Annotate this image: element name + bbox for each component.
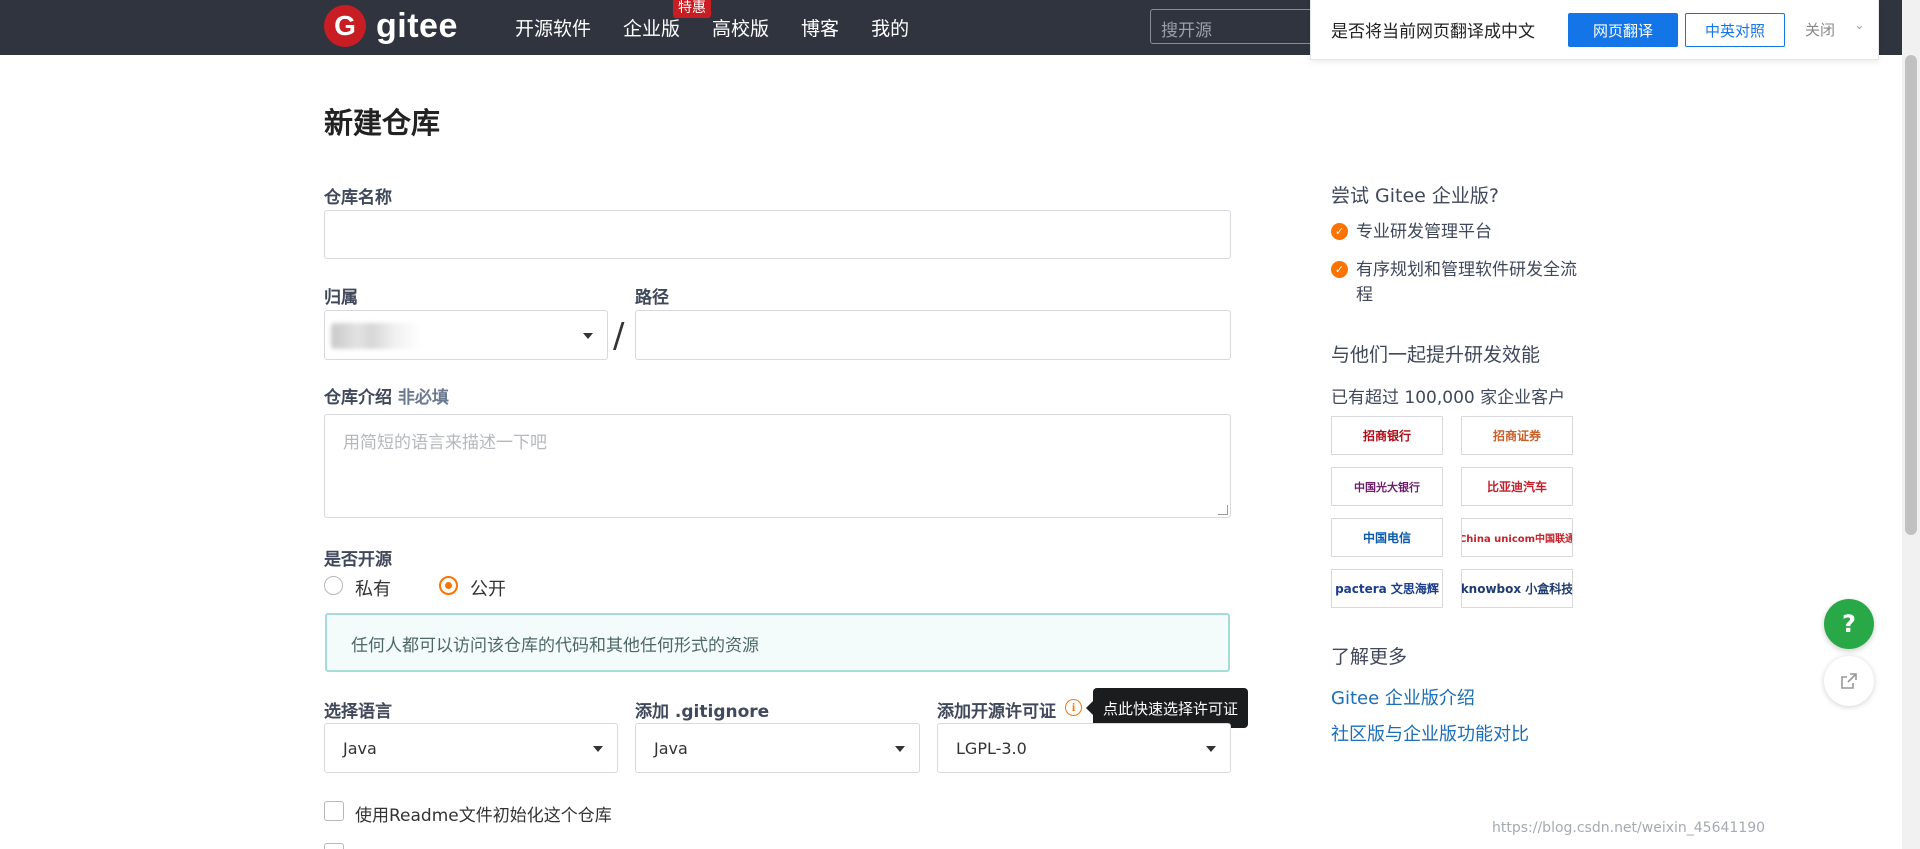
logo-pactera: pactera 文思海辉 xyxy=(1331,569,1443,608)
page-scrollbar[interactable] xyxy=(1902,0,1920,849)
visibility-label: 是否开源 xyxy=(324,550,392,570)
private-radio[interactable] xyxy=(324,576,343,595)
customers-count: 已有超过 100,000 家企业客户 xyxy=(1331,388,1566,408)
desc-label: 仓库介绍 非必填 xyxy=(324,383,449,408)
nav-enterprise[interactable]: 企业版 特惠 xyxy=(623,0,712,41)
nav-opensource[interactable]: 开源软件 xyxy=(515,14,591,41)
logo-ceb: 中国光大银行 xyxy=(1331,467,1443,506)
desc-textarea[interactable]: 用简短的语言来描述一下吧 xyxy=(324,414,1231,518)
path-separator: / xyxy=(613,316,625,356)
private-radio-label[interactable]: 私有 xyxy=(355,575,391,601)
license-tooltip: 点此快速选择许可证 xyxy=(1086,688,1248,728)
logo-cmb: 招商银行 xyxy=(1331,416,1443,455)
check-icon: ✓ xyxy=(1331,261,1348,278)
caret-down-icon xyxy=(895,746,905,752)
license-select[interactable]: LGPL-3.0 xyxy=(937,723,1231,773)
watermark: https://blog.csdn.net/weixin_45641190 xyxy=(1492,820,1766,836)
public-info-message: 任何人都可以访问该仓库的代码和其他任何形式的资源 xyxy=(325,613,1230,672)
language-select[interactable]: Java xyxy=(324,723,618,773)
gitignore-label: 添加 .gitignore xyxy=(635,702,770,722)
license-value: LGPL-3.0 xyxy=(956,739,1027,758)
translate-close-button[interactable]: 关闭 xyxy=(1805,19,1835,40)
repo-name-input[interactable] xyxy=(324,210,1231,259)
info-icon[interactable]: i xyxy=(1065,699,1082,716)
gitee-logo[interactable]: G gitee xyxy=(324,4,458,48)
logo-cms: 招商证券 xyxy=(1461,416,1573,455)
feature-text: 专业研发管理平台 xyxy=(1356,222,1492,242)
bilingual-button[interactable]: 中英对照 xyxy=(1685,13,1785,47)
readme-checkbox-label[interactable]: 使用Readme文件初始化这个仓库 xyxy=(355,801,612,826)
public-radio[interactable] xyxy=(439,576,458,595)
logo-unicom: China unicom中国联通 xyxy=(1461,518,1573,557)
chevron-down-icon[interactable]: ⌄ xyxy=(1854,18,1865,33)
license-label: 添加开源许可证 xyxy=(937,702,1056,722)
owner-label: 归属 xyxy=(324,288,358,308)
path-input[interactable] xyxy=(635,310,1231,360)
translate-bar: 是否将当前网页翻译成中文 网页翻译 中英对照 关闭 ⌄ xyxy=(1310,0,1879,60)
gitignore-select[interactable]: Java xyxy=(635,723,920,773)
readme-checkbox[interactable] xyxy=(324,801,344,821)
language-value: Java xyxy=(343,739,377,758)
try-enterprise-heading: 尝试 Gitee 企业版? xyxy=(1331,185,1499,207)
nav-enterprise-label: 企业版 xyxy=(623,18,681,40)
external-link-icon xyxy=(1841,673,1857,689)
enterprise-intro-link[interactable]: Gitee 企业版介绍 xyxy=(1331,684,1475,710)
translate-page-button[interactable]: 网页翻译 xyxy=(1568,13,1678,47)
caret-down-icon xyxy=(1206,746,1216,752)
feature-text: 有序规划和管理软件研发全流程 xyxy=(1356,260,1577,305)
feature-item: ✓ 专业研发管理平台 xyxy=(1331,220,1581,245)
nav-blog[interactable]: 博客 xyxy=(801,14,839,41)
gitignore-value: Java xyxy=(654,739,688,758)
caret-down-icon xyxy=(583,333,593,339)
desc-optional: 非必填 xyxy=(397,388,449,408)
scrollbar-thumb[interactable] xyxy=(1905,55,1917,535)
check-icon: ✓ xyxy=(1331,223,1348,240)
desc-label-text: 仓库介绍 xyxy=(324,388,392,408)
resize-handle-icon[interactable] xyxy=(1218,505,1228,515)
public-radio-label[interactable]: 公开 xyxy=(470,575,506,601)
blurred-avatar xyxy=(331,323,421,349)
nav-education[interactable]: 高校版 xyxy=(712,14,769,41)
gitee-logo-text: gitee xyxy=(376,6,458,45)
learn-more-heading: 了解更多 xyxy=(1331,646,1408,668)
repo-name-label: 仓库名称 xyxy=(324,188,392,208)
promo-badge: 特惠 xyxy=(673,0,712,18)
translate-prompt: 是否将当前网页翻译成中文 xyxy=(1331,22,1535,42)
logo-byd: 比亚迪汽车 xyxy=(1461,467,1573,506)
share-button[interactable] xyxy=(1824,656,1874,706)
language-label: 选择语言 xyxy=(324,702,392,722)
logo-telecom: 中国电信 xyxy=(1331,518,1443,557)
feature-compare-link[interactable]: 社区版与企业版功能对比 xyxy=(1331,720,1529,746)
together-heading: 与他们一起提升研发效能 xyxy=(1331,344,1541,366)
gitee-logo-icon: G xyxy=(324,5,366,47)
search-input[interactable]: 搜开源 xyxy=(1150,9,1336,44)
nav-mine[interactable]: 我的 xyxy=(871,14,909,41)
page-title: 新建仓库 xyxy=(324,106,441,140)
path-label: 路径 xyxy=(635,288,669,308)
nav-links: 开源软件 企业版 特惠 高校版 博客 我的 xyxy=(515,0,909,55)
caret-down-icon xyxy=(593,746,603,752)
help-button[interactable]: ? xyxy=(1824,599,1874,649)
next-checkbox[interactable] xyxy=(324,843,344,849)
feature-item: ✓ 有序规划和管理软件研发全流程 xyxy=(1331,258,1581,308)
logo-knowbox: knowbox 小盒科技 xyxy=(1461,569,1573,608)
owner-select[interactable] xyxy=(324,310,608,360)
